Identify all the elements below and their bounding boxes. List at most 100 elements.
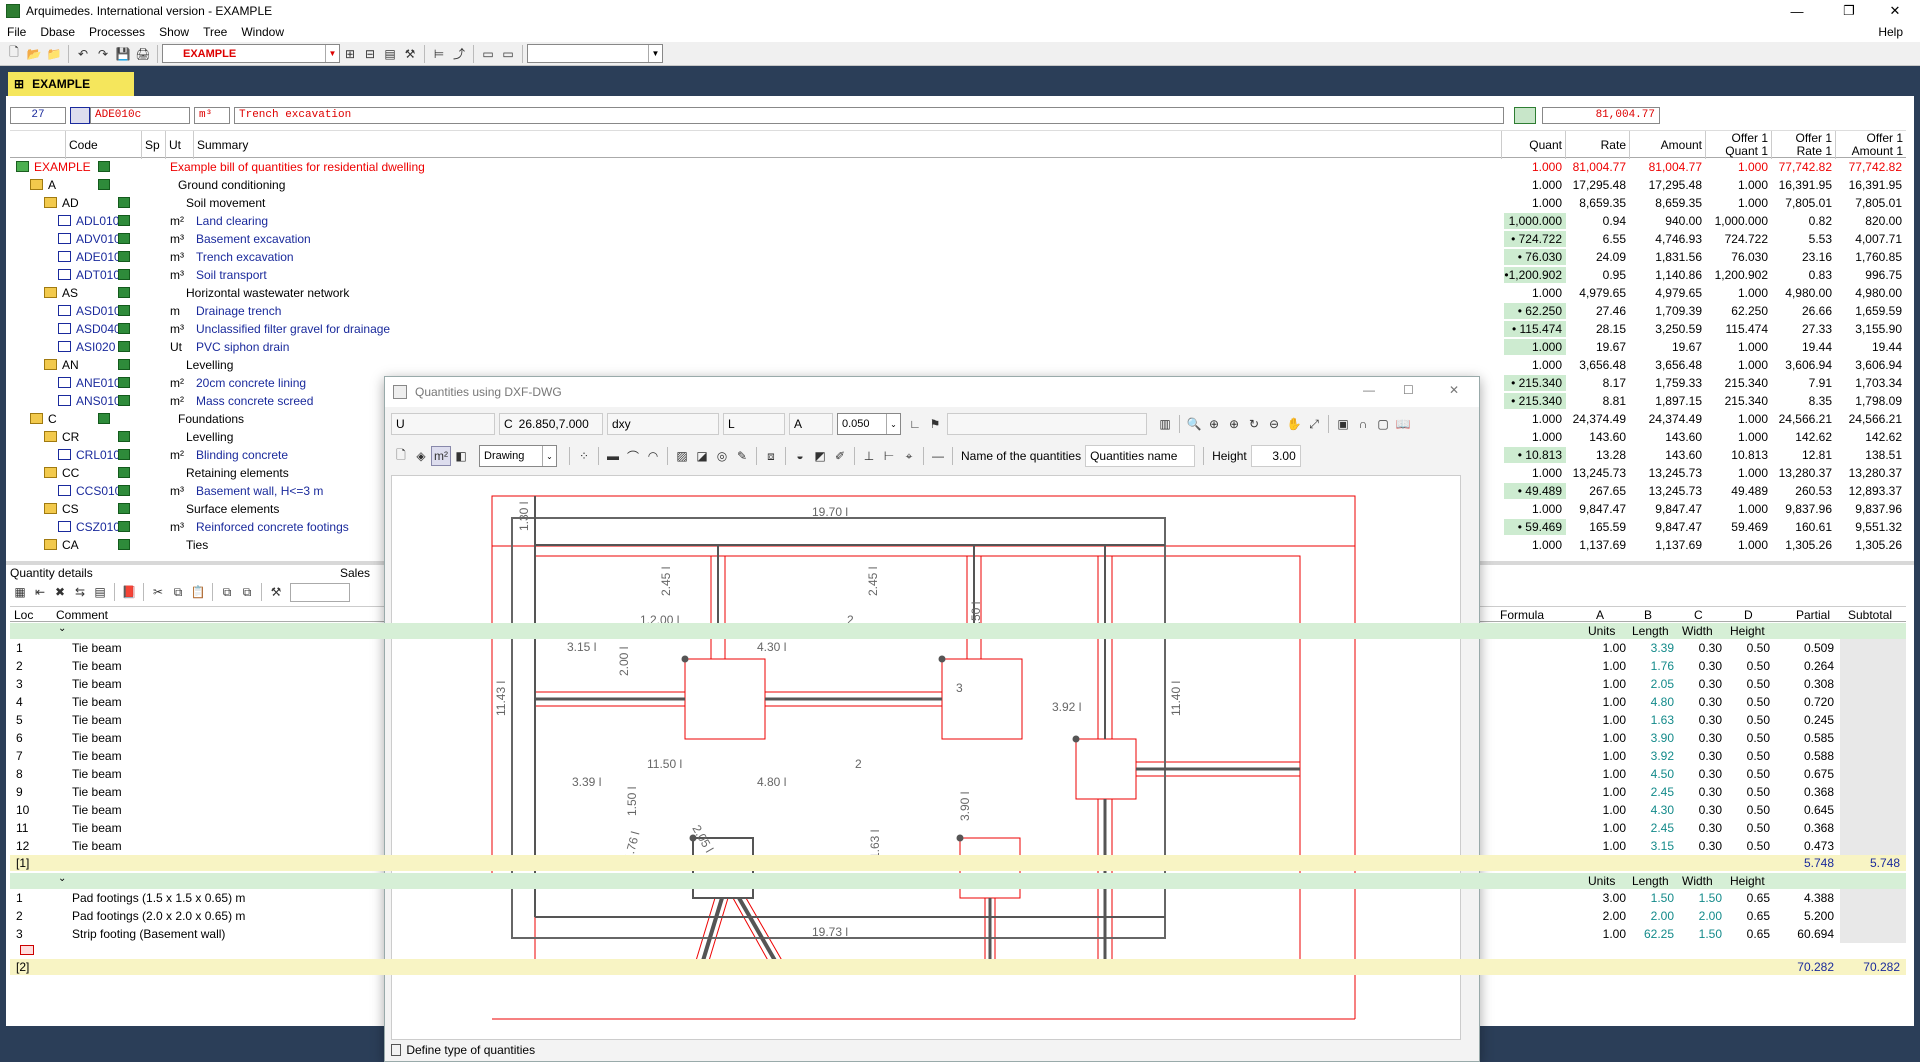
row-summary[interactable]: Retaining elements — [186, 466, 289, 480]
row-rate[interactable]: 28.15 — [1596, 322, 1626, 336]
quantity-row[interactable]: 11 Tie beam 1.00 2.45 0.30 0.50 0.368 — [10, 819, 1906, 837]
quantity-length[interactable]: 3.92 — [1651, 749, 1674, 763]
folder-icon[interactable] — [44, 467, 57, 478]
row-amount[interactable]: 940.00 — [1665, 214, 1702, 228]
row-summary[interactable]: Levelling — [186, 358, 233, 372]
tab-project[interactable]: ⊞ EXAMPLE — [8, 72, 134, 96]
item-icon[interactable] — [58, 323, 71, 334]
document-icon[interactable] — [118, 503, 130, 514]
row-oa[interactable]: 1,760.85 — [1855, 250, 1902, 264]
row-rate[interactable]: 8.17 — [1603, 376, 1626, 390]
row-or[interactable]: 0.82 — [1809, 214, 1832, 228]
fill-icon[interactable]: ◒ — [790, 446, 810, 466]
row-or[interactable]: 12.81 — [1802, 448, 1832, 462]
row-or[interactable]: 160.61 — [1795, 520, 1832, 534]
row-or[interactable]: 4,980.00 — [1785, 286, 1832, 300]
row-quant[interactable]: • 724.722 — [1511, 232, 1562, 246]
row-amount[interactable]: 1,831.56 — [1655, 250, 1702, 264]
project-combo[interactable]: EXAMPLE ▼ — [162, 44, 340, 63]
menu-dbase[interactable]: Dbase — [33, 25, 82, 39]
group-header[interactable]: ⌄ Units Length Width Height — [10, 623, 1906, 639]
row-oa[interactable]: 9,837.96 — [1855, 502, 1902, 516]
quantity-comment[interactable]: Pad footings (2.0 x 2.0 x 0.65) m — [72, 909, 245, 923]
undo-icon[interactable]: ↶ — [73, 44, 93, 64]
quantity-comment[interactable]: Tie beam — [72, 821, 122, 835]
item-icon[interactable] — [58, 449, 71, 460]
row-or[interactable]: 3,606.94 — [1785, 358, 1832, 372]
dxy-field[interactable]: dxy — [607, 413, 719, 435]
row-or[interactable]: 13,280.37 — [1779, 466, 1832, 480]
line-number-field[interactable]: 27 — [10, 106, 66, 124]
points-icon[interactable]: ⁘ — [574, 446, 594, 466]
row-quant[interactable]: 1.000 — [1532, 358, 1562, 372]
row-oa[interactable]: 4,007.71 — [1855, 232, 1902, 246]
quantity-length[interactable]: 2.00 — [1651, 909, 1674, 923]
row-rate[interactable]: 0.95 — [1603, 268, 1626, 282]
quantity-partial[interactable]: 5.200 — [1804, 909, 1834, 923]
item-icon[interactable] — [58, 269, 71, 280]
row-amount[interactable]: 143.60 — [1665, 430, 1702, 444]
row-oa[interactable]: 12,893.37 — [1849, 484, 1902, 498]
document-icon[interactable] — [118, 431, 130, 442]
quantity-units[interactable]: 1.00 — [1603, 641, 1626, 655]
row-oq[interactable]: 215.340 — [1725, 376, 1768, 390]
quantity-units[interactable]: 1.00 — [1603, 785, 1626, 799]
zoom-extents-icon[interactable]: ⤢ — [1304, 414, 1324, 434]
quantity-units[interactable]: 1.00 — [1603, 927, 1626, 941]
quantity-width[interactable]: 0.30 — [1699, 659, 1722, 673]
row-rate[interactable]: 8,659.35 — [1579, 196, 1626, 210]
row-quant[interactable]: • 76.030 — [1518, 250, 1562, 264]
row-summary[interactable]: Foundations — [178, 412, 244, 426]
row-oa[interactable]: 138.51 — [1865, 448, 1902, 462]
quantity-height[interactable]: 0.65 — [1747, 909, 1770, 923]
document-icon[interactable] — [118, 215, 130, 226]
row-or[interactable]: 260.53 — [1795, 484, 1832, 498]
row-oa[interactable]: 1,798.09 — [1855, 394, 1902, 408]
quantity-height[interactable]: 0.50 — [1747, 695, 1770, 709]
quantity-width[interactable]: 0.30 — [1699, 821, 1722, 835]
add-row-icon[interactable] — [20, 945, 34, 955]
row-oa[interactable]: 820.00 — [1865, 214, 1902, 228]
quantity-height[interactable]: 0.65 — [1747, 891, 1770, 905]
quantity-width[interactable]: 0.30 — [1699, 785, 1722, 799]
quantity-length[interactable]: 2.05 — [1651, 677, 1674, 691]
quantity-width[interactable]: 0.30 — [1699, 767, 1722, 781]
table-row[interactable]: AS Horizontal wastewater network 1.000 4,97… — [10, 284, 1906, 302]
quantity-comment[interactable]: Strip footing (Basement wall) — [72, 927, 225, 941]
row-amount[interactable]: 1,137.69 — [1655, 538, 1702, 552]
col-loc[interactable]: Loc — [14, 608, 33, 622]
col-partial[interactable]: Partial — [1796, 608, 1830, 622]
quantity-loc[interactable]: 1 — [16, 891, 23, 905]
report-icon[interactable]: ▤ — [380, 44, 400, 64]
row-quant[interactable]: 1.000 — [1532, 466, 1562, 480]
quantity-loc[interactable]: 2 — [16, 909, 23, 923]
area-m2-icon[interactable]: m² — [431, 446, 451, 466]
row-oa[interactable]: 24,566.21 — [1849, 412, 1902, 426]
chart-icon[interactable]: ⤴ — [449, 44, 469, 64]
row-or[interactable]: 1,305.26 — [1785, 538, 1832, 552]
menu-help[interactable]: Help — [1871, 25, 1910, 39]
row-oq[interactable]: 1.000 — [1738, 466, 1768, 480]
row-summary[interactable]: Soil transport — [196, 268, 267, 282]
quantity-partial[interactable]: 0.245 — [1804, 713, 1834, 727]
row-code[interactable]: ASD010 — [76, 304, 121, 318]
calculator-icon[interactable] — [1514, 106, 1536, 124]
item-icon[interactable] — [58, 305, 71, 316]
row-code[interactable]: CRL010 — [76, 448, 120, 462]
row-amount[interactable]: 4,746.93 — [1655, 232, 1702, 246]
row-amount[interactable]: 19.67 — [1672, 340, 1702, 354]
new-file-icon[interactable]: 🗋 — [4, 44, 24, 64]
row-oa[interactable]: 996.75 — [1865, 268, 1902, 282]
quantity-height[interactable]: 0.50 — [1747, 641, 1770, 655]
row-or[interactable]: 5.53 — [1809, 232, 1832, 246]
item-icon[interactable] — [58, 215, 71, 226]
row-oa[interactable]: 3,155.90 — [1855, 322, 1902, 336]
row-quant[interactable]: 1.000 — [1532, 196, 1562, 210]
cut-icon[interactable]: ✂ — [148, 582, 168, 602]
col-formula[interactable]: Formula — [1500, 608, 1544, 622]
close-button[interactable]: ✕ — [1872, 0, 1918, 22]
row-or[interactable]: 9,837.96 — [1785, 502, 1832, 516]
row-code[interactable]: ANS010 — [76, 394, 121, 408]
row-rate[interactable]: 143.60 — [1589, 430, 1626, 444]
row-rate[interactable]: 1,137.69 — [1579, 538, 1626, 552]
